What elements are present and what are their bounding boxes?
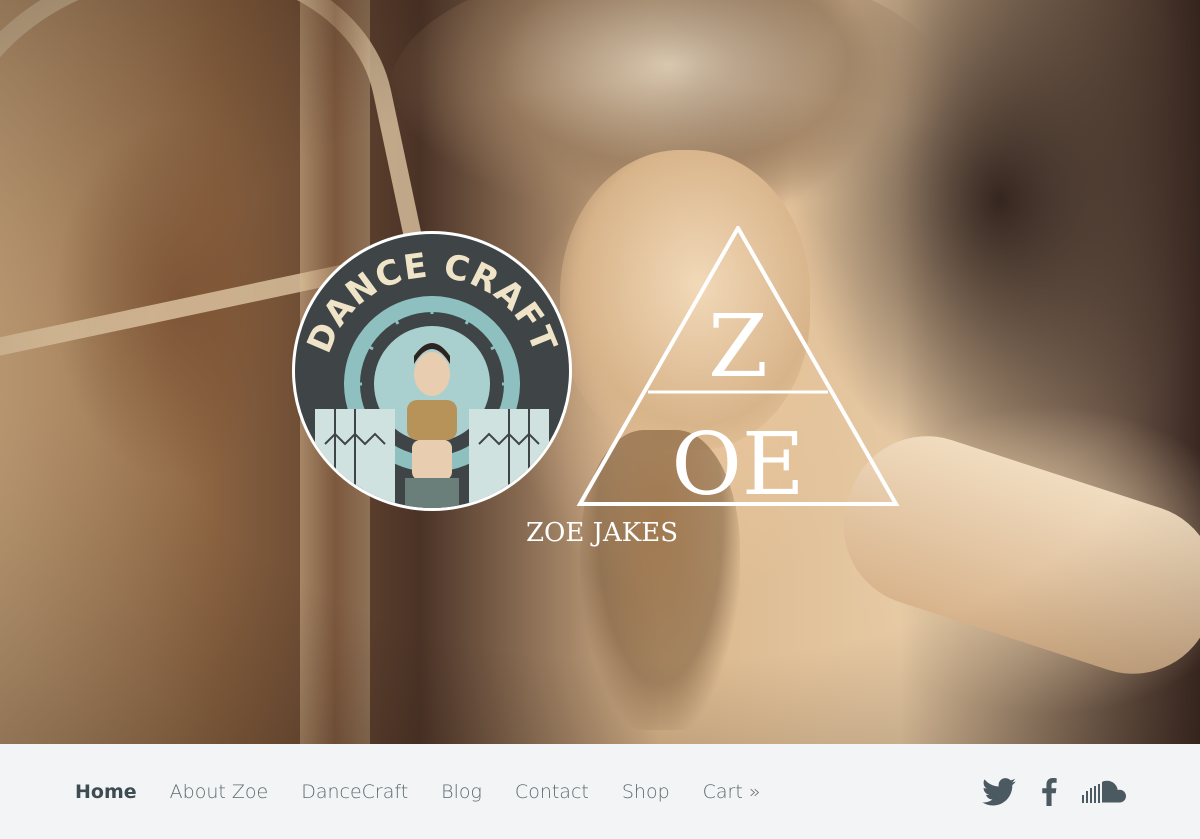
social-links: [982, 744, 1126, 839]
nav-item-contact[interactable]: Contact: [515, 781, 589, 803]
main-navigation: Home About Zoe DanceCraft Blog Contact S…: [0, 744, 1200, 839]
nav-list: Home About Zoe DanceCraft Blog Contact S…: [75, 744, 793, 839]
soundcloud-icon[interactable]: [1082, 779, 1126, 805]
nav-item-blog[interactable]: Blog: [441, 781, 482, 803]
nav-item-home[interactable]: Home: [75, 781, 137, 803]
twitter-icon[interactable]: [982, 777, 1016, 806]
nav-item-cart[interactable]: Cart »: [703, 781, 761, 803]
facebook-icon[interactable]: [1040, 777, 1058, 806]
dancecraft-badge-art: DANCE CRAFT: [299, 246, 563, 508]
hero-image: DANCE CRAFT Z OE ZOE JAKES: [0, 0, 1200, 744]
dancecraft-badge[interactable]: DANCE CRAFT: [292, 231, 572, 511]
zoe-triangle-logo: Z OE: [576, 226, 900, 515]
logo-monogram-bottom: OE: [671, 415, 804, 515]
logo-name: ZOE JAKES: [525, 518, 679, 548]
nav-item-about-zoe[interactable]: About Zoe: [170, 781, 269, 803]
nav-item-dancecraft[interactable]: DanceCraft: [301, 781, 408, 803]
logo-monogram-top: Z: [708, 297, 768, 397]
nav-item-shop[interactable]: Shop: [622, 781, 670, 803]
